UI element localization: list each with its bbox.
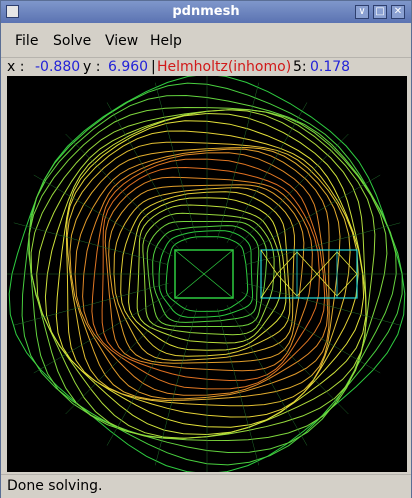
x-label: x : bbox=[7, 59, 25, 75]
y-label: y : bbox=[83, 59, 101, 75]
mesh-edge bbox=[226, 305, 308, 446]
x-value: -0.880 bbox=[35, 59, 81, 75]
mesh-edges bbox=[7, 76, 407, 472]
separator: | bbox=[151, 59, 156, 75]
menu-file[interactable]: File bbox=[15, 33, 38, 49]
status-bar: Done solving. bbox=[1, 474, 411, 498]
contour-line bbox=[152, 225, 260, 323]
y-value: 6.960 bbox=[108, 59, 149, 75]
app-window: pdnmesh ∨ □ ✕ File Solve View Help x : -… bbox=[0, 0, 412, 498]
menu-view[interactable]: View bbox=[105, 33, 138, 49]
minimize-button[interactable]: ∨ bbox=[355, 5, 369, 19]
contour-plot bbox=[7, 76, 407, 472]
coordinate-readout: x : -0.880 y : 6.960 | Helmholtz(inhomo)… bbox=[1, 58, 411, 76]
window-title: pdnmesh bbox=[172, 4, 240, 19]
inner-conductor bbox=[174, 249, 234, 299]
mesh-canvas[interactable] bbox=[7, 76, 407, 472]
menu-help[interactable]: Help bbox=[150, 33, 182, 49]
mesh-edge bbox=[217, 82, 260, 240]
mesh-edge bbox=[241, 291, 381, 374]
mesh-edge bbox=[217, 308, 260, 466]
menu-solve[interactable]: Solve bbox=[53, 33, 91, 49]
mesh-edge bbox=[245, 283, 401, 326]
equation-type: Helmholtz(inhomo) bbox=[157, 59, 292, 75]
mode-label: 5: bbox=[293, 59, 307, 75]
mesh-edge bbox=[13, 222, 169, 265]
close-button[interactable]: ✕ bbox=[391, 5, 405, 19]
title-bar[interactable]: pdnmesh ∨ □ ✕ bbox=[1, 1, 411, 23]
maximize-button[interactable]: □ bbox=[373, 5, 387, 19]
mode-value: 0.178 bbox=[310, 59, 351, 75]
menu-bar: File Solve View Help bbox=[1, 23, 411, 58]
